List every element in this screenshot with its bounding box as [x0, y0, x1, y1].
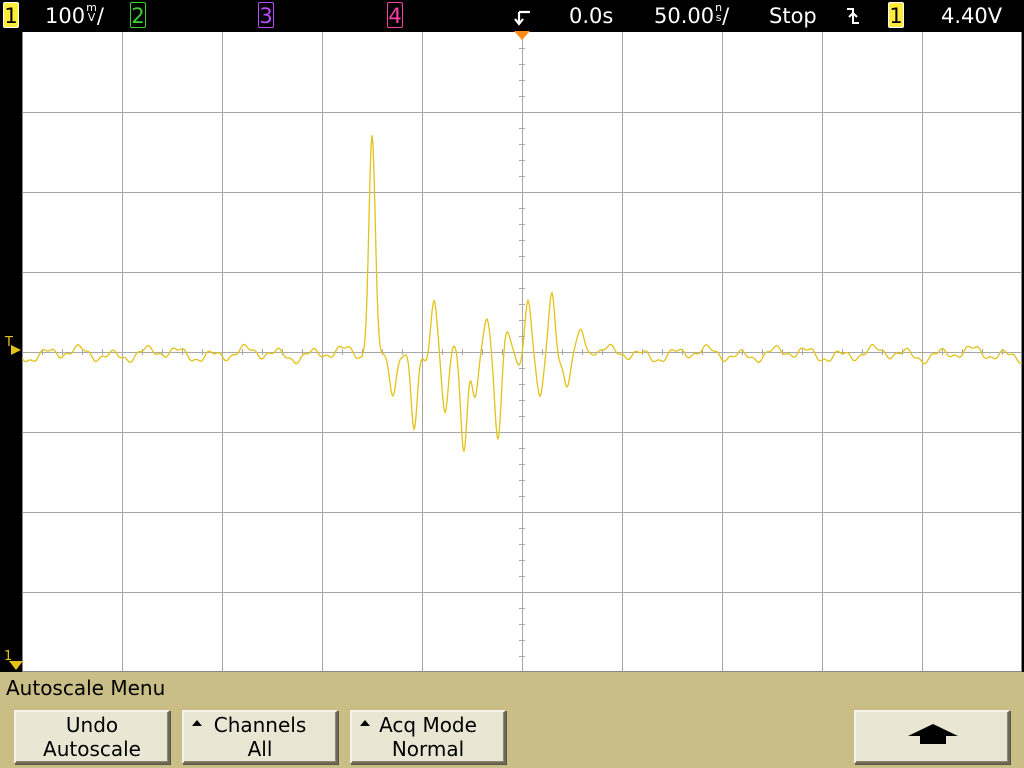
trigger-source-badge[interactable]: 1 — [888, 2, 904, 28]
trigger-time-marker — [514, 31, 530, 40]
timebase[interactable]: 50.00 n s / — [654, 1, 730, 29]
softkey-label: Acq Mode — [379, 713, 477, 737]
back-softkey[interactable] — [854, 710, 1010, 764]
softkey-label: Channels — [213, 713, 307, 737]
menu-arrow-icon — [192, 720, 202, 726]
softkey-value: Autoscale — [43, 737, 141, 761]
trigger-position-icon — [514, 10, 530, 26]
channel-1-scale-suffix: / — [96, 4, 104, 28]
run-state[interactable]: Stop — [769, 3, 817, 29]
timebase-suffix: / — [722, 4, 730, 28]
channel-4-badge[interactable]: 4 — [387, 2, 403, 28]
undo-autoscale-softkey[interactable]: Undo Autoscale — [14, 710, 170, 764]
channel-1-scale-value: 100 — [45, 4, 86, 28]
channel-2-badge[interactable]: 2 — [130, 2, 146, 28]
falling-edge-icon — [847, 8, 859, 24]
menu-arrow-icon — [360, 720, 370, 726]
channel-3-badge[interactable]: 3 — [258, 2, 274, 28]
status-bar: 1 100 m V/ 2 3 4 0.0s 50.00 n s / Stop 1 4.40… — [0, 0, 1024, 32]
waveform-display[interactable] — [22, 32, 1022, 672]
timebase-value: 50.00 — [654, 4, 715, 28]
channel-1-scale[interactable]: 100 m V / — [45, 1, 104, 29]
channels-softkey[interactable]: Channels All — [182, 710, 338, 764]
channel-1-ground-marker: 1 — [3, 650, 23, 672]
acq-mode-softkey[interactable]: Acq Mode Normal — [350, 710, 506, 764]
time-position[interactable]: 0.0s — [569, 3, 613, 29]
trigger-level-marker: T — [3, 336, 23, 360]
timebase-unit: ns — [715, 1, 723, 24]
channel-1-badge[interactable]: 1 — [3, 2, 19, 28]
softkey-label: Undo — [65, 713, 119, 737]
softkey-value: Normal — [391, 737, 465, 761]
trigger-level[interactable]: 4.40V — [941, 3, 1002, 29]
softkey-menu: Autoscale Menu Undo Autoscale Channels A… — [0, 672, 1024, 768]
channel-1-scale-unit: mV — [86, 1, 97, 24]
graticule — [22, 32, 1022, 672]
softkey-value: All — [247, 737, 273, 761]
menu-title: Autoscale Menu — [6, 676, 166, 700]
